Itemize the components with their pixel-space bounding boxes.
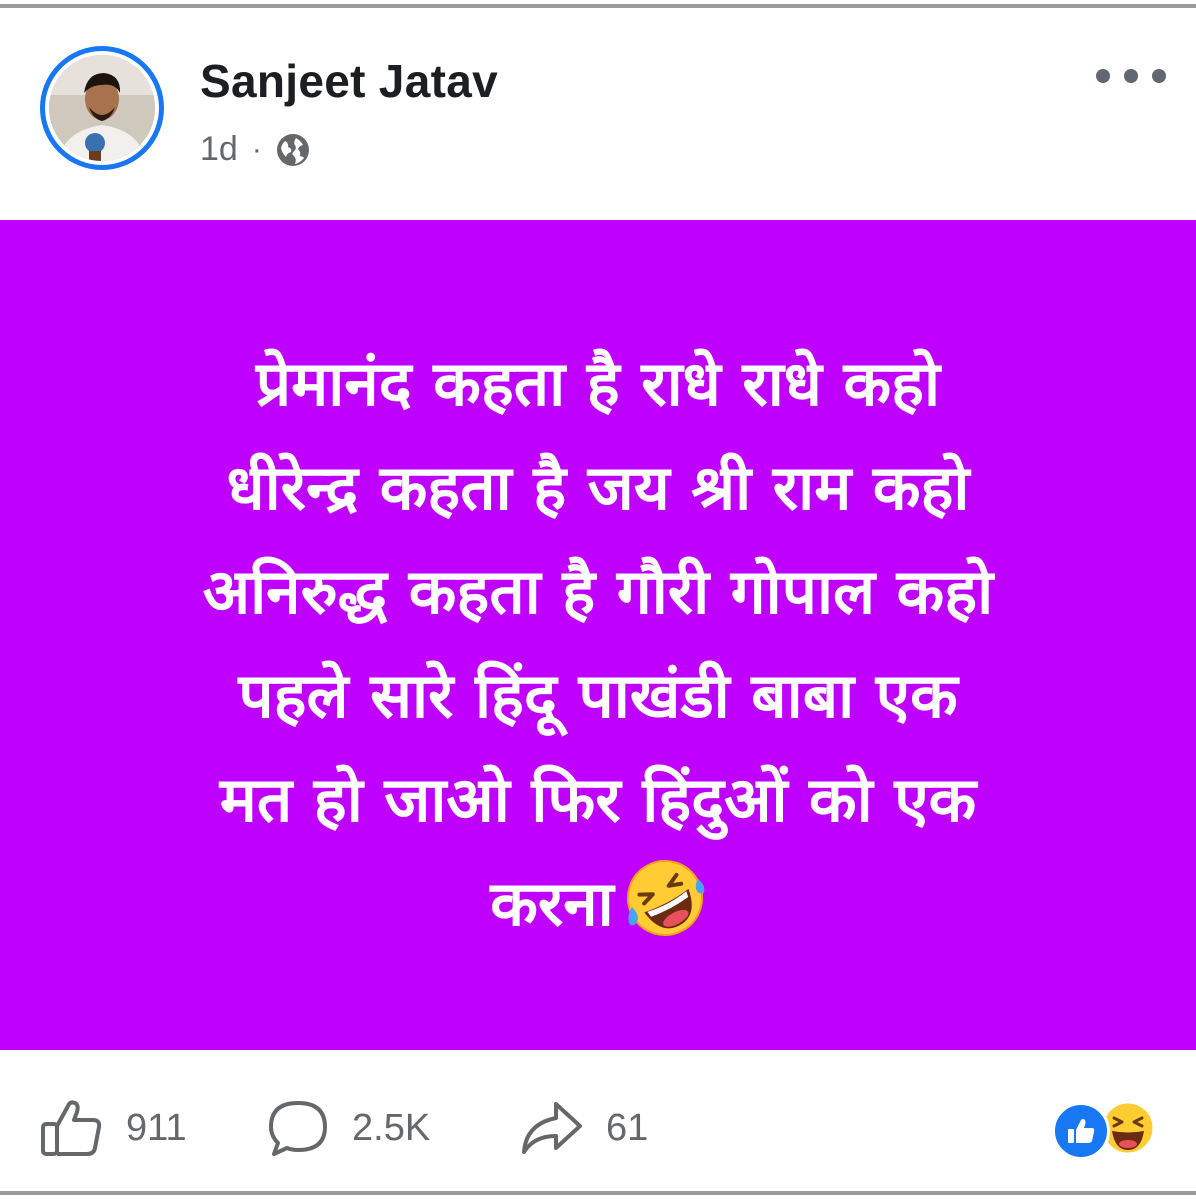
post-footer: 911 2.5K 61 [0, 1050, 1196, 1191]
post-text-line: प्रेमानंद कहता है राधे राधे कहो [255, 347, 941, 420]
post-text-line: अनिरुद्ध कहता है गौरी गोपाल कहो [202, 555, 994, 628]
more-dot [1124, 69, 1138, 83]
like-button[interactable]: 911 [40, 1098, 187, 1158]
post-header: Sanjeet Jatav 1d · [0, 12, 1196, 220]
thumbs-up-icon [40, 1098, 104, 1158]
comment-count: 2.5K [352, 1106, 431, 1149]
avatar-photo [49, 55, 155, 161]
avatar[interactable] [40, 46, 164, 170]
comment-button[interactable]: 2.5K [266, 1098, 430, 1158]
share-count: 61 [606, 1106, 649, 1149]
more-dots-icon[interactable] [1096, 62, 1166, 90]
rolling-on-floor-laughing-emoji [624, 857, 706, 939]
comment-bubble-icon [266, 1098, 330, 1158]
bottom-divider [0, 1191, 1196, 1195]
post-text-line: धीरेन्द्र कहता है जय श्री राम कहो [226, 451, 970, 524]
post-text-line-last: करना [78, 852, 1118, 956]
share-arrow-icon [520, 1098, 584, 1158]
post-background: प्रेमानंद कहता है राधे राधे कहो धीरेन्द्… [0, 220, 1196, 1050]
globe-icon [276, 133, 310, 167]
post-text-line: मत हो जाओ फिर हिंदुओं को एक [219, 763, 977, 836]
post-text-line: पहले सारे हिंदू पाखंडी बाबा एक [238, 659, 958, 732]
post-text: प्रेमानंद कहता है राधे राधे कहो धीरेन्द्… [78, 332, 1118, 956]
more-dot [1096, 69, 1110, 83]
top-divider [0, 0, 1196, 8]
like-reaction-icon [1052, 1102, 1110, 1160]
share-button[interactable]: 61 [520, 1098, 648, 1158]
post-text-line: करना [490, 867, 614, 940]
post-time[interactable]: 1d [200, 130, 238, 169]
like-count: 911 [126, 1106, 187, 1149]
reaction-summary[interactable] [1052, 1098, 1162, 1160]
more-dot [1152, 69, 1166, 83]
post-meta: 1d · [200, 130, 310, 169]
author-name[interactable]: Sanjeet Jatav [200, 54, 498, 108]
meta-separator: · [251, 132, 262, 166]
